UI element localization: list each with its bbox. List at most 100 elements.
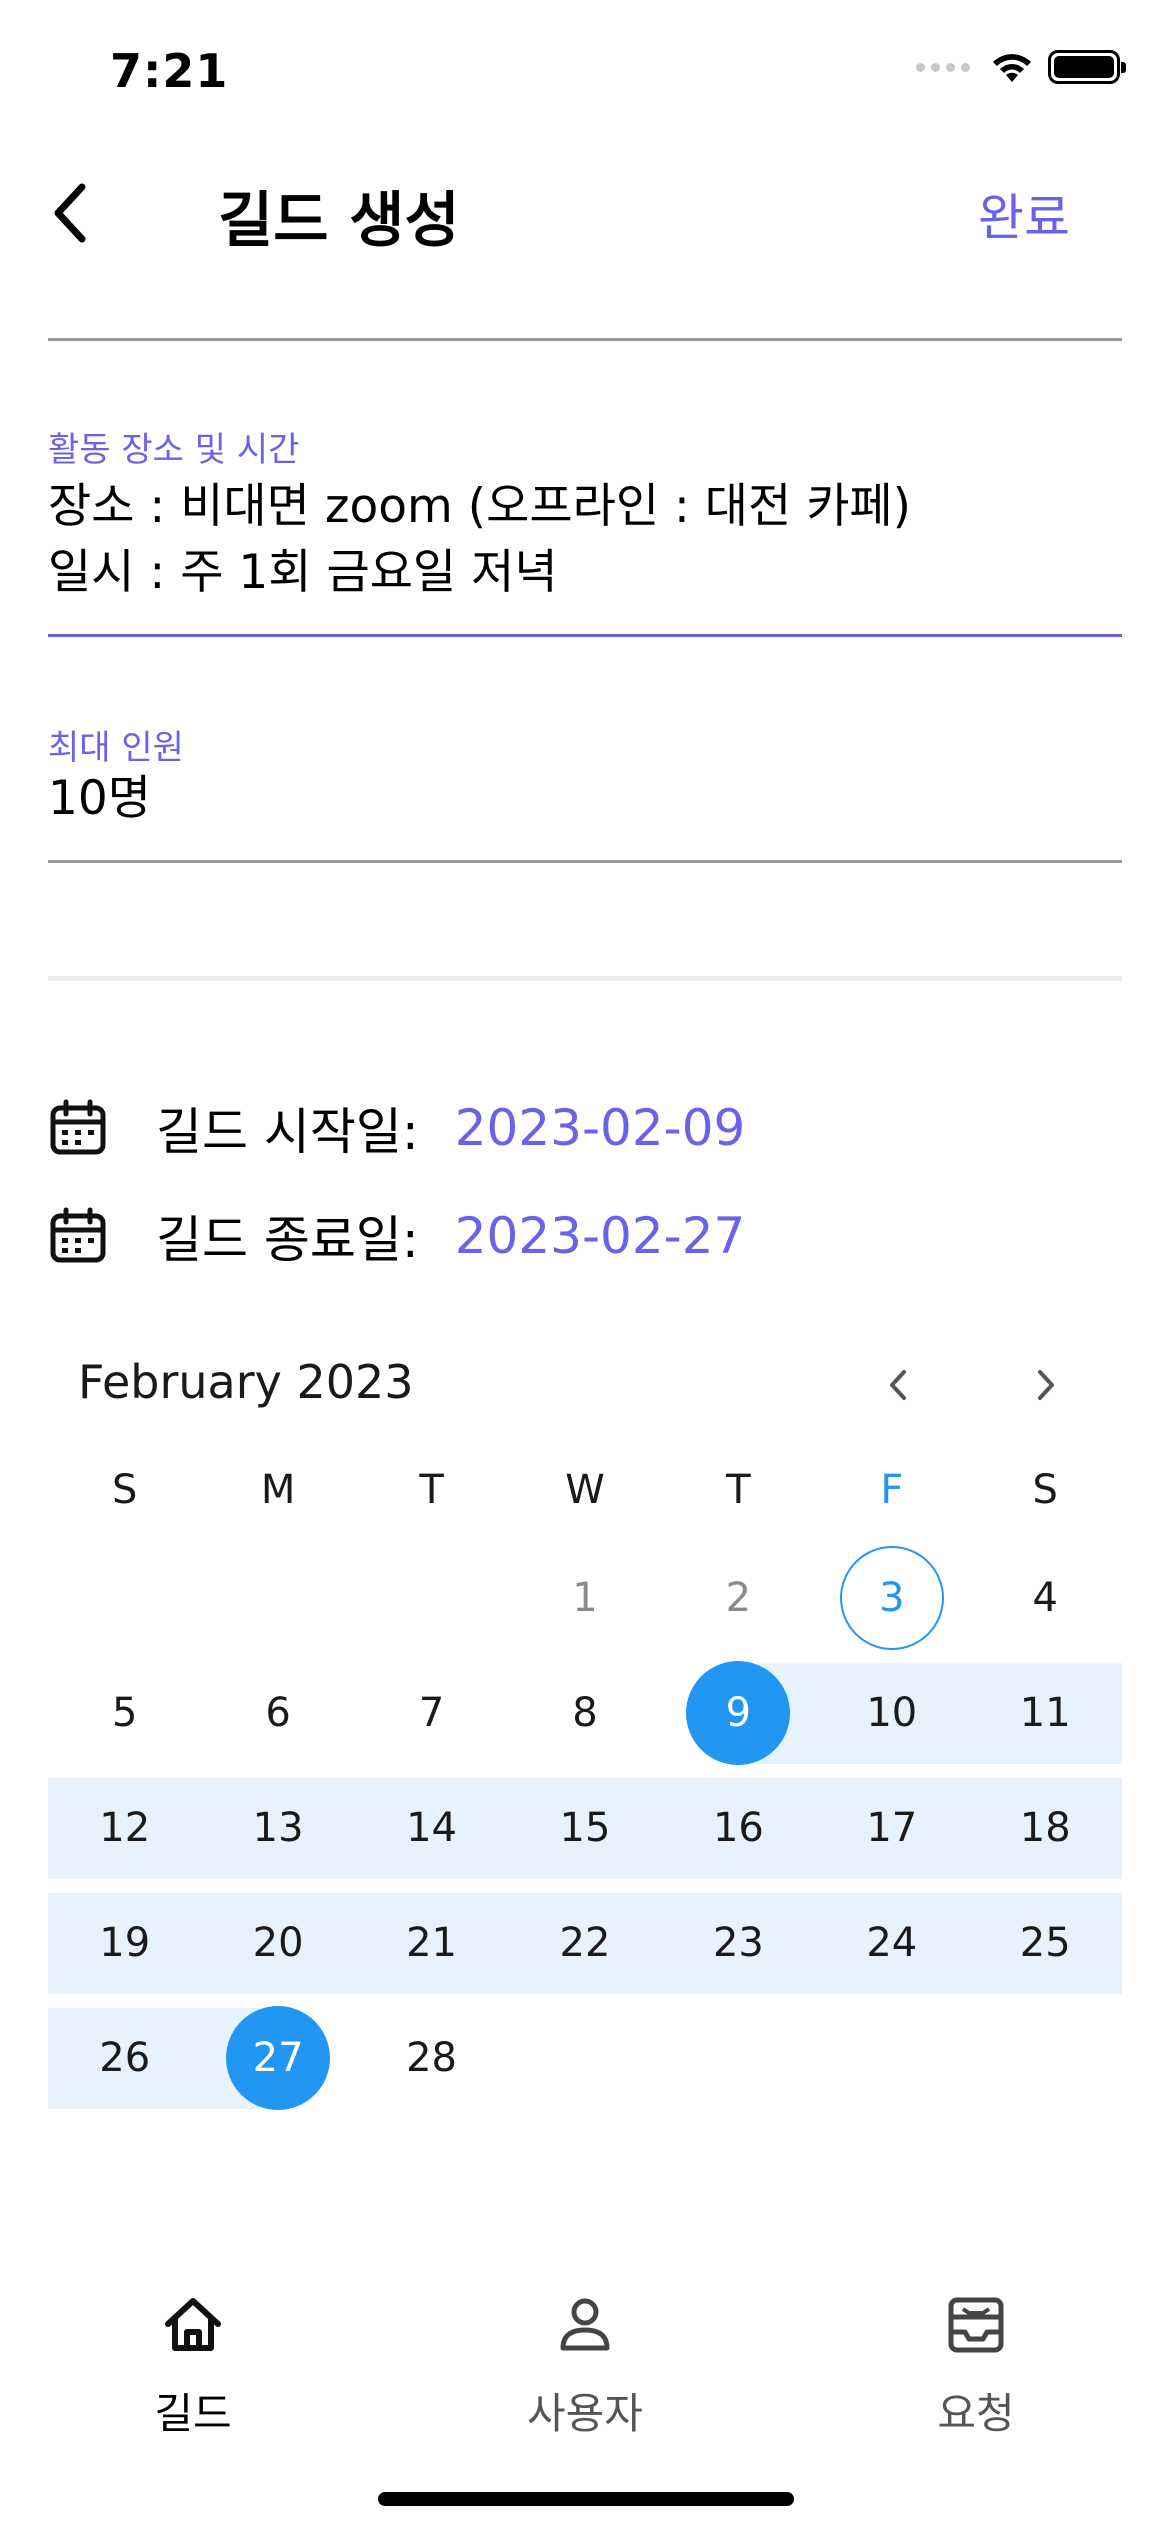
weekday-label: M [260, 1467, 296, 1513]
calendar-day-number: 25 [1019, 1919, 1071, 1966]
tab-users[interactable]: 사용자 [445, 2290, 725, 2441]
calendar-day[interactable]: 5 [48, 1655, 201, 1770]
end-date-row[interactable]: 길드 종료일: 2023-02-27 [48, 1196, 745, 1276]
calendar-day-number: 20 [252, 1919, 304, 1966]
calendar-day-number: 14 [406, 1804, 457, 1851]
start-date-row[interactable]: 길드 시작일: 2023-02-09 [48, 1088, 745, 1168]
previous-month-button[interactable] [868, 1350, 928, 1420]
calendar-day[interactable]: 26 [48, 2000, 201, 2115]
calendar-day[interactable]: 28 [355, 2000, 508, 2115]
calendar-day[interactable]: 23 [662, 1885, 815, 2000]
calendar-day[interactable]: 21 [355, 1885, 508, 2000]
tab-requests[interactable]: 요청 [836, 2290, 1116, 2441]
start-date-value[interactable]: 2023-02-09 [455, 1099, 746, 1157]
calendar-day-number: 28 [406, 2034, 457, 2081]
calendar-day-number: 17 [866, 1804, 918, 1851]
calendar-day[interactable]: 15 [508, 1770, 661, 1885]
calendar-day[interactable]: 2 [662, 1540, 815, 1655]
calendar-day[interactable]: 22 [508, 1885, 661, 2000]
wifi-icon [993, 54, 1031, 82]
calendar-day[interactable]: 13 [201, 1770, 354, 1885]
calendar-day[interactable]: 12 [48, 1770, 201, 1885]
calendar-day[interactable]: 18 [969, 1770, 1122, 1885]
calendar-day-number: 11 [1019, 1689, 1071, 1736]
calendar-day-number: 26 [99, 2034, 151, 2081]
start-date-label: 길드 시작일: [156, 1103, 419, 1161]
tab-requests-label: 요청 [937, 2389, 1015, 2438]
weekday-label: S [1032, 1467, 1058, 1513]
calendar-day[interactable]: 8 [508, 1655, 661, 1770]
activity-schedule-text: 일시 : 주 1회 금요일 저녁 [48, 545, 558, 600]
tab-guild[interactable]: 길드 [53, 2290, 333, 2441]
max-members-value: 10명 [48, 771, 152, 826]
battery-icon [1048, 50, 1126, 84]
weekday-label-today: F [880, 1467, 904, 1513]
user-icon [560, 2298, 610, 2351]
calendar-day-number: 24 [866, 1919, 918, 1966]
chevron-left-icon [54, 183, 86, 243]
calendar-day-number: 16 [712, 1804, 764, 1851]
calendar-day[interactable]: 16 [662, 1770, 815, 1885]
calendar-day[interactable]: 25 [969, 1885, 1122, 2000]
calendar-day[interactable]: 17 [815, 1770, 968, 1885]
calendar-week-row: 12 13 14 15 16 17 18 [48, 1770, 1122, 1885]
weekday-label: T [726, 1467, 751, 1513]
done-button[interactable]: 완료 [978, 178, 1070, 250]
calendar-day[interactable]: 11 [969, 1655, 1122, 1770]
calendar-day-number: 22 [559, 1919, 611, 1966]
max-members-label: 최대 인원 [48, 728, 184, 768]
calendar-week-row: 26 27 28 [48, 2000, 1122, 2115]
calendar-week-row: 19 20 21 22 23 24 25 [48, 1885, 1122, 2000]
calendar-day-number: 15 [559, 1804, 611, 1851]
inbox-icon [948, 2297, 1004, 2353]
calendar-day-number: 3 [879, 1574, 905, 1621]
tab-guild-label: 길드 [154, 2389, 232, 2438]
calendar-day[interactable]: 1 [508, 1540, 661, 1655]
status-icons [916, 50, 1126, 84]
calendar-grid: S M T W T F S 1 2 3 4 5 6 7 8 9 10 11 12 13 14 15 16 17 1… [48, 1440, 1122, 2115]
weekday-label: W [565, 1467, 605, 1513]
calendar-day-number: 8 [572, 1689, 598, 1736]
end-date-value[interactable]: 2023-02-27 [455, 1207, 746, 1265]
chevron-left-icon [890, 1370, 906, 1400]
end-date-label: 길드 종료일: [156, 1211, 419, 1269]
tab-users-label: 사용자 [527, 2389, 643, 2438]
calendar-day[interactable]: 10 [815, 1655, 968, 1770]
calendar-day-selected[interactable]: 9 [662, 1655, 815, 1770]
calendar-day-today[interactable]: 3 [815, 1540, 968, 1655]
weekday-label: S [112, 1467, 138, 1513]
section-divider [48, 976, 1122, 981]
calendar-day-selected[interactable]: 27 [201, 2000, 354, 2115]
calendar-day[interactable]: 19 [48, 1885, 201, 2000]
calendar-day-number: 27 [252, 2034, 304, 2081]
activity-field-label: 활동 장소 및 시간 [48, 430, 300, 470]
page-title: 길드 생성 [218, 186, 460, 256]
next-month-button[interactable] [1016, 1350, 1076, 1420]
calendar-day-number: 23 [712, 1919, 764, 1966]
calendar-day[interactable]: 24 [815, 1885, 968, 2000]
calendar-day-number: 19 [99, 1919, 151, 1966]
calendar-day-number: 5 [111, 1689, 138, 1736]
weekday-header-row: S M T W T F S [48, 1440, 1122, 1540]
activity-field-underline [48, 634, 1122, 637]
calendar-day-number: 9 [725, 1689, 752, 1736]
calendar-day[interactable]: 7 [355, 1655, 508, 1770]
calendar-day[interactable]: 4 [969, 1540, 1122, 1655]
calendar-day[interactable]: 6 [201, 1655, 354, 1770]
home-icon [165, 2298, 221, 2351]
status-time: 7:21 [110, 44, 229, 98]
max-members-underline [48, 860, 1122, 863]
calendar-icon [50, 1207, 106, 1263]
cellular-signal-icon [916, 62, 970, 72]
calendar-day[interactable]: 20 [201, 1885, 354, 2000]
calendar-day[interactable]: 14 [355, 1770, 508, 1885]
back-button[interactable] [40, 178, 100, 248]
calendar-day-number: 6 [265, 1689, 291, 1736]
activity-location-text: 장소 : 비대면 zoom (오프라인 : 대전 카페) [48, 479, 912, 534]
divider [48, 338, 1122, 341]
calendar-day-number: 7 [418, 1689, 445, 1736]
calendar-week-row: 1 2 3 4 [48, 1540, 1122, 1655]
home-indicator [378, 2492, 794, 2506]
weekday-label: T [419, 1467, 444, 1513]
calendar-day-number: 18 [1019, 1804, 1071, 1851]
